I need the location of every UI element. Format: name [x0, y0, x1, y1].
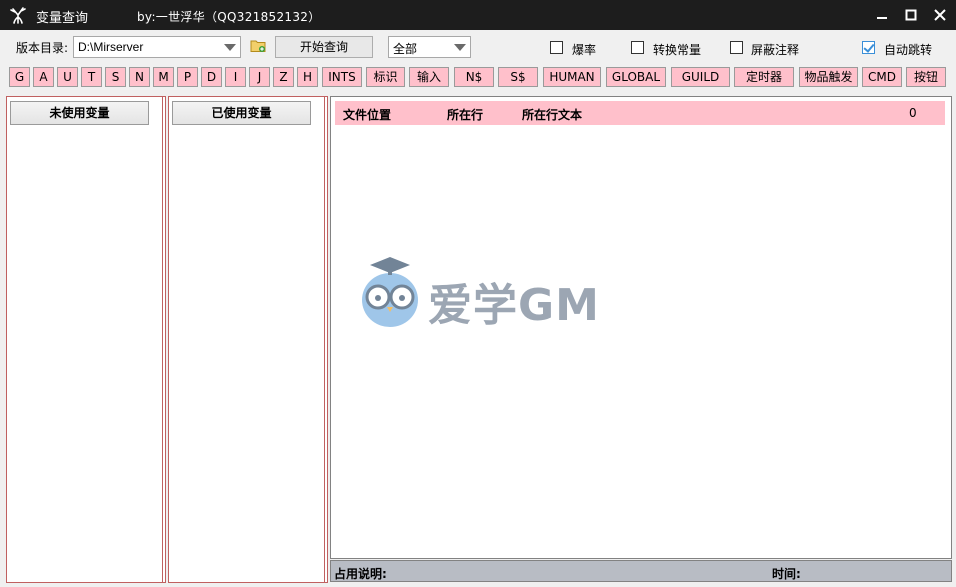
close-icon[interactable] — [931, 6, 949, 24]
watermark-text: 爱学GM — [428, 280, 600, 331]
chevron-down-icon[interactable] — [454, 44, 466, 51]
panel-divider — [324, 97, 325, 582]
start-query-button[interactable]: 开始查询 — [275, 36, 373, 58]
filter-button-a[interactable]: A — [33, 67, 54, 87]
filter-button-h[interactable]: H — [297, 67, 318, 87]
maximize-icon[interactable] — [902, 6, 920, 24]
mask-comments-checkbox[interactable] — [730, 41, 743, 54]
chevron-down-icon[interactable] — [224, 44, 236, 51]
filter-button-n-dollar[interactable]: N$ — [454, 67, 494, 87]
filter-button-timer[interactable]: 定时器 — [734, 67, 794, 87]
filter-button-biaoshi[interactable]: 标识 — [366, 67, 405, 87]
usage-description-label: 占用说明: — [334, 567, 387, 581]
filter-button-item-trigger[interactable]: 物品触发 — [799, 67, 858, 87]
title-bar: 变量查询 by:一世浮华（QQ321852132） — [0, 0, 956, 30]
filter-button-anniu[interactable]: 按钮 — [906, 67, 946, 87]
minimize-icon[interactable] — [873, 6, 891, 24]
filter-button-d[interactable]: D — [201, 67, 222, 87]
results-header-row: 文件位置 所在行 所在行文本 0 — [335, 101, 945, 125]
window-title: 变量查询 — [36, 11, 89, 26]
mask-comments-label: 屏蔽注释 — [751, 43, 800, 57]
filter-button-j[interactable]: J — [249, 67, 270, 87]
browse-folder-icon[interactable] — [250, 39, 266, 53]
version-dir-label: 版本目录: — [16, 41, 69, 55]
drop-rate-checkbox[interactable] — [550, 41, 563, 54]
used-variables-header[interactable]: 已使用变量 — [172, 101, 311, 125]
watermark: 爱学GM — [360, 255, 600, 331]
convert-constant-checkbox[interactable] — [631, 41, 644, 54]
result-count: 0 — [909, 106, 917, 120]
filter-button-ints[interactable]: INTS — [322, 67, 362, 87]
unused-variables-panel[interactable]: 未使用变量 — [6, 96, 166, 583]
author-byline: by:一世浮华（QQ321852132） — [137, 10, 321, 24]
col-file-location[interactable]: 文件位置 — [343, 106, 391, 123]
auto-jump-label: 自动跳转 — [884, 43, 933, 57]
col-line-number[interactable]: 所在行 — [447, 106, 483, 123]
used-variables-panel[interactable]: 已使用变量 — [168, 96, 328, 583]
filter-button-s-dollar[interactable]: S$ — [498, 67, 538, 87]
scope-value: 全部 — [393, 42, 418, 56]
filter-button-global[interactable]: GLOBAL — [606, 67, 666, 87]
filter-button-p[interactable]: P — [177, 67, 198, 87]
unused-variables-header[interactable]: 未使用变量 — [10, 101, 149, 125]
filter-button-cmd[interactable]: CMD — [862, 67, 902, 87]
status-bar: 占用说明: 时间: — [330, 560, 952, 582]
time-label: 时间: — [772, 567, 801, 581]
filter-button-z[interactable]: Z — [273, 67, 294, 87]
convert-constant-label: 转换常量 — [653, 43, 702, 57]
filter-button-t[interactable]: T — [81, 67, 102, 87]
filter-button-guild[interactable]: GUILD — [671, 67, 730, 87]
path-value: D:\Mirserver — [78, 40, 144, 54]
filter-button-m[interactable]: M — [153, 67, 174, 87]
filter-button-row: G A U T S N M P D I J Z H INTS 标识 输入 N$ … — [0, 66, 956, 90]
filter-button-human[interactable]: HUMAN — [543, 67, 601, 87]
panel-divider — [162, 97, 163, 582]
scope-select[interactable]: 全部 — [388, 36, 471, 58]
path-select[interactable]: D:\Mirserver — [73, 36, 241, 58]
filter-button-i[interactable]: I — [225, 67, 246, 87]
antler-icon — [10, 7, 26, 24]
filter-button-n[interactable]: N — [129, 67, 150, 87]
filter-button-u[interactable]: U — [57, 67, 78, 87]
col-line-text[interactable]: 所在行文本 — [522, 106, 582, 123]
drop-rate-label: 爆率 — [572, 43, 597, 57]
filter-button-g[interactable]: G — [9, 67, 30, 87]
filter-button-s[interactable]: S — [105, 67, 126, 87]
filter-button-shuru[interactable]: 输入 — [409, 67, 449, 87]
auto-jump-checkbox[interactable] — [862, 41, 875, 54]
